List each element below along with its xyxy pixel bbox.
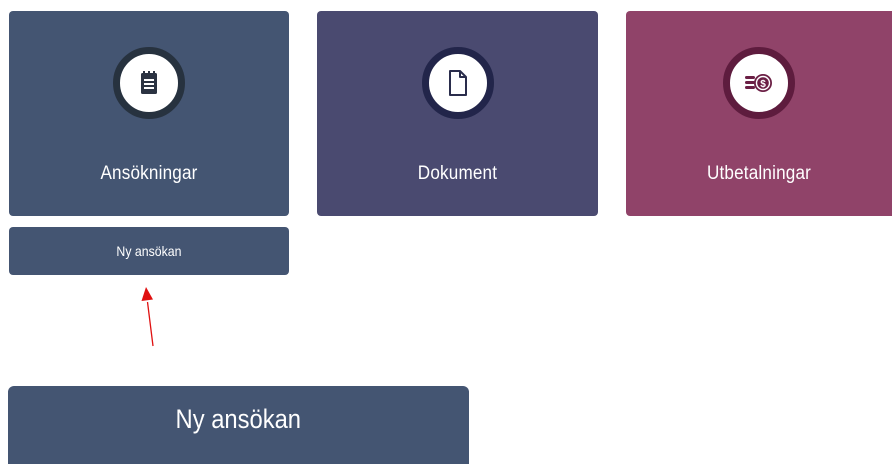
tile-applications-label: Ansökningar [100, 163, 198, 184]
tile-documents[interactable]: Dokument [317, 11, 598, 216]
tile-applications[interactable]: Ansökningar [9, 11, 289, 216]
tile-payments-label: Utbetalningar [706, 163, 812, 184]
new-application-button-zoomed-label: Ny ansökan [175, 403, 302, 434]
new-application-button[interactable]: Ny ansökan [9, 227, 289, 275]
notepad-icon [141, 71, 157, 94]
document-icon [448, 70, 467, 96]
dashboard: Ansökningar Dokument $ Utbetalningar Ny [0, 0, 892, 464]
documents-icon-circle [421, 47, 494, 119]
svg-text:$: $ [760, 79, 766, 90]
tile-documents-label: Dokument [417, 163, 498, 184]
new-application-button-label: Ny ansökan [116, 243, 182, 259]
tile-payments[interactable]: $ Utbetalningar [626, 11, 892, 216]
applications-icon-circle [113, 47, 185, 119]
coins-icon: $ [745, 74, 772, 92]
payments-icon-circle: $ [723, 47, 795, 119]
new-application-button-zoomed[interactable]: Ny ansökan [8, 386, 469, 464]
